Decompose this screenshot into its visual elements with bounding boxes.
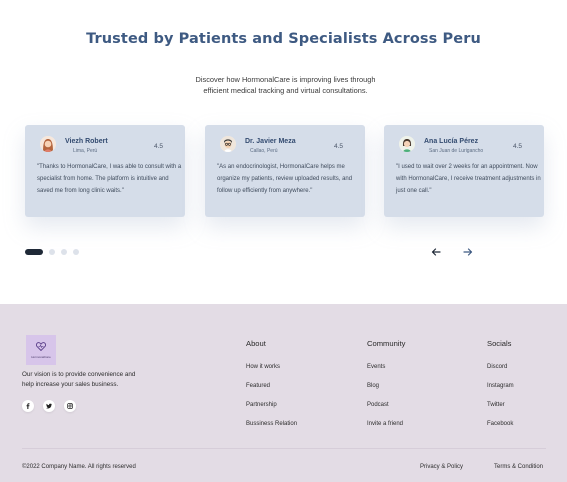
section-title: Trusted by Patients and Specialists Acro… [86,31,481,47]
twitter-button[interactable] [43,400,55,412]
site-footer: HormonalCare Our vision is to provide co… [0,304,567,482]
testimonial-text: "I used to wait over 2 weeks for an appo… [396,164,541,194]
terms-condition-link[interactable]: Terms & Condition [494,464,543,470]
testimonial-card: Dr. Javier Meza Callao, Perú 4.5 "As an … [205,125,365,217]
footer-link-podcast[interactable]: Podcast [367,402,389,408]
woman-green-avatar-icon [399,136,415,152]
footer-link-blog[interactable]: Blog [367,383,379,389]
footer-link-featured[interactable]: Featured [246,383,270,389]
footer-link-invite-friend[interactable]: Invite a friend [367,421,403,427]
facebook-icon [26,403,30,409]
footer-column-title-socials: Socials [487,339,512,348]
arrow-right-icon [463,248,473,256]
testimonials-section: Trusted by Patients and Specialists Acro… [0,0,567,304]
rating-value: 4.5 [333,143,343,150]
woman-avatar-icon [40,136,56,152]
testimonial-text: "Thanks to HormonalCare, I was able to c… [37,164,182,194]
footer-link-discord[interactable]: Discord [487,364,507,370]
prev-arrow-button[interactable] [430,246,442,258]
pagination-dot-3[interactable] [61,249,67,255]
instagram-icon [67,403,73,409]
footer-link-twitter[interactable]: Twitter [487,402,505,408]
footer-column-title-community: Community [367,339,406,348]
footer-link-partnership[interactable]: Partnership [246,402,277,408]
pagination-dot-1[interactable] [25,249,43,255]
instagram-button[interactable] [64,400,76,412]
rating-value: 4.5 [512,143,522,150]
reviewer-location: San Juan de Lurigancho [429,148,484,154]
footer-link-events[interactable]: Events [367,364,385,370]
testimonial-text: "As an endocrinologist, HormonalCare hel… [217,164,353,194]
privacy-policy-link[interactable]: Privacy & Policy [420,464,463,470]
heart-logo-icon [36,342,46,351]
reviewer-name: Ana Lucía Pérez [424,138,479,145]
footer-link-business-relation[interactable]: Bussiness Relation [246,421,297,427]
reviewer-name: Dr. Javier Meza [245,138,296,145]
reviewer-location: Lima, Perú [73,148,98,154]
footer-column-title-about: About [246,339,266,348]
pagination-dot-4[interactable] [73,249,79,255]
arrow-left-icon [431,248,441,256]
copyright-text: ©2022 Company Name. All rights reserved [22,464,136,470]
reviewer-location: Callao, Perú [250,148,278,154]
reviewer-name: Viezh Robert [65,138,108,145]
logo-text: HormonalCare [31,355,51,359]
pagination-dot-2[interactable] [49,249,55,255]
rating-value: 4.5 [153,143,163,150]
logo[interactable]: HormonalCare [26,335,56,365]
man-glasses-avatar-icon [220,136,236,152]
footer-link-facebook[interactable]: Facebook [487,421,513,427]
next-arrow-button[interactable] [462,246,474,258]
testimonial-card: Ana Lucía Pérez San Juan de Lurigancho 4… [384,125,544,217]
facebook-button[interactable] [22,400,34,412]
section-subtitle: Discover how HormonalCare is improving l… [195,75,376,95]
vision-text: Our vision is to provide convenience and… [22,371,136,388]
footer-divider [22,448,546,449]
twitter-icon [46,403,52,409]
testimonial-card: Viezh Robert Lima, Perú 4.5 "Thanks to H… [25,125,185,217]
footer-link-how-it-works[interactable]: How it works [246,364,280,370]
footer-link-instagram[interactable]: Instagram [487,383,514,389]
